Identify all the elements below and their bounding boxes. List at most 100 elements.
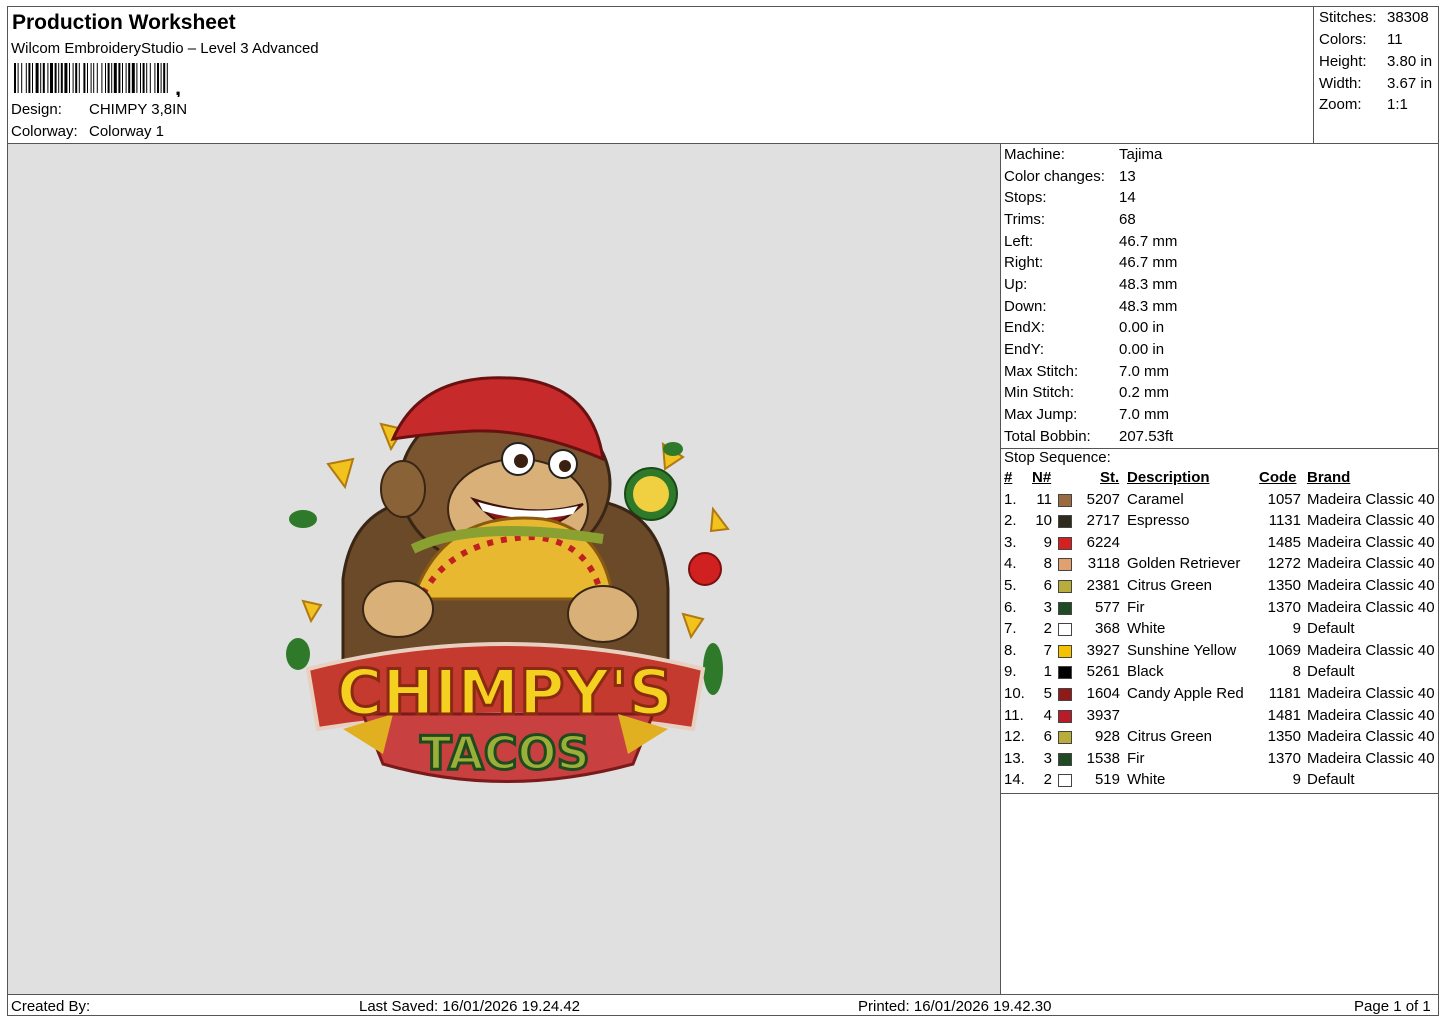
- stitch-count: 6224: [1086, 533, 1120, 551]
- page-title: Production Worksheet: [12, 11, 236, 34]
- mi-min-stitch: Min Stitch: 0.2 mm: [1004, 384, 1170, 401]
- table-row: 6. 3 577 Fir 1370 Madeira Classic 40: [1001, 599, 1439, 620]
- thread-brand: Madeira Classic 40: [1307, 641, 1435, 659]
- row-index: 6.: [1004, 598, 1017, 616]
- stat-stitches: Stitches: 38308: [1319, 9, 1429, 26]
- barcode-image: ,: [14, 63, 181, 97]
- needle-number: 11: [1036, 490, 1052, 508]
- worksheet-header: Production Worksheet Wilcom EmbroiderySt…: [8, 7, 1314, 144]
- stitch-count: 519: [1094, 771, 1120, 789]
- thread-code: 8: [1292, 663, 1301, 681]
- mi-stops: Stops: 14: [1004, 189, 1136, 206]
- color-description: Black: [1127, 663, 1164, 681]
- thread-code: 1131: [1268, 512, 1301, 530]
- mi-endy: EndY: 0.00 in: [1004, 341, 1165, 358]
- stitch-count: 2717: [1086, 512, 1120, 530]
- thread-brand: Default: [1307, 663, 1355, 681]
- color-description: Candy Apple Red: [1127, 685, 1244, 702]
- color-description: Citrus Green: [1127, 728, 1213, 746]
- stitch-count: 5261: [1086, 663, 1120, 681]
- embroidery-design-logo: CHIMPY'S TACOS: [286, 376, 730, 783]
- table-row: 7. 2 368 White 9 Default: [1001, 620, 1439, 641]
- design-stats: Stitches: 38308 Colors: 11 Height: 3.80 in …: [1314, 7, 1439, 144]
- page-number: Page 1 of 1: [1354, 998, 1431, 1015]
- thread-brand: Default: [1307, 771, 1355, 789]
- table-header: # N# St. Description Code Brand: [1004, 469, 1351, 486]
- thread-code: 1485: [1267, 533, 1301, 551]
- color-description: Fir: [1127, 749, 1145, 767]
- row-index: 11.: [1004, 706, 1024, 724]
- row-index: 4.: [1004, 555, 1017, 573]
- mi-up: Up: 48.3 mm: [1004, 276, 1178, 293]
- needle-number: 6: [1043, 728, 1052, 746]
- thread-code: 1181: [1268, 685, 1301, 702]
- mi-endx: EndX: 0.00 in: [1004, 319, 1165, 336]
- color-description: Citrus Green: [1127, 577, 1213, 594]
- thread-brand: Madeira Classic 40: [1307, 749, 1435, 767]
- thread-brand: Madeira Classic 40: [1307, 728, 1435, 746]
- thread-brand: Madeira Classic 40: [1307, 490, 1435, 508]
- divider: [1001, 793, 1439, 794]
- color-description: Golden Retriever: [1127, 555, 1241, 573]
- thread-code: 1370: [1267, 749, 1301, 767]
- thread-brand: Madeira Classic 40: [1307, 598, 1435, 616]
- thread-code: 1272: [1267, 555, 1301, 573]
- colorway-value: Colorway 1: [89, 123, 165, 140]
- mi-total-bobbin: Total Bobbin: 207.53ft: [1004, 428, 1174, 445]
- created-by: Created By:: [11, 998, 91, 1015]
- thread-code: 9: [1292, 771, 1301, 789]
- mi-left: Left: 46.7 mm: [1004, 233, 1178, 250]
- mi-machine: Machine: Tajima: [1004, 146, 1163, 163]
- needle-number: 8: [1043, 555, 1052, 573]
- mi-trims: Trims: 68: [1004, 211, 1136, 228]
- thread-code: 1350: [1267, 728, 1301, 746]
- color-description: Fir: [1127, 598, 1145, 616]
- table-row: 2. 10 2717 Espresso 1131 Madeira Classic 40: [1001, 512, 1439, 533]
- needle-number: 6: [1043, 577, 1052, 594]
- printed-date: Printed: 16/01/2026 19.42.30: [858, 998, 1052, 1015]
- colorway-label: Colorway:: [11, 123, 78, 140]
- table-row: 11. 4 3937 1481 Madeira Classic 40: [1001, 707, 1439, 728]
- row-index: 3.: [1004, 533, 1017, 551]
- stat-height: Height: 3.80 in: [1319, 53, 1433, 70]
- needle-number: 2: [1043, 771, 1052, 789]
- table-row: 14. 2 519 White 9 Default: [1001, 771, 1439, 792]
- needle-number: 5: [1043, 685, 1052, 702]
- color-description: White: [1127, 620, 1166, 638]
- logo-line1: CHIMPY'S: [337, 656, 673, 729]
- needle-number: 3: [1043, 598, 1052, 616]
- row-index: 2.: [1004, 512, 1017, 530]
- colorway-row: Colorway: Colorway 1: [11, 123, 164, 140]
- thread-brand: Madeira Classic 40: [1307, 512, 1435, 530]
- stitch-count: 368: [1094, 620, 1120, 638]
- row-index: 7.: [1004, 620, 1017, 638]
- thread-brand: Default: [1307, 620, 1355, 638]
- stitch-count: 1538: [1086, 749, 1120, 767]
- row-index: 9.: [1004, 663, 1017, 681]
- stitch-count: 5207: [1086, 490, 1120, 508]
- needle-number: 10: [1035, 512, 1052, 530]
- table-row: 12. 6 928 Citrus Green 1350 Madeira Classic 4…: [1001, 728, 1439, 749]
- table-row: 5. 6 2381 Citrus Green 1350 Madeira Classic 4…: [1001, 577, 1439, 598]
- mi-color-changes: Color changes: 13: [1004, 168, 1136, 185]
- row-index: 12.: [1004, 728, 1025, 746]
- table-row: 4. 8 3118 Golden Retriever 1272 Madeira Class…: [1001, 555, 1439, 576]
- color-description: Caramel: [1127, 490, 1184, 508]
- table-row: 9. 1 5261 Black 8 Default: [1001, 663, 1439, 684]
- needle-number: 4: [1043, 706, 1052, 724]
- stop-sequence-title: Stop Sequence:: [1004, 449, 1111, 466]
- design-value: CHIMPY 3,8IN: [89, 101, 188, 118]
- logo-line2: TACOS: [420, 726, 589, 780]
- stat-width: Width: 3.67 in: [1319, 75, 1433, 92]
- software-subtitle: Wilcom EmbroideryStudio – Level 3 Advanc…: [11, 40, 319, 57]
- color-description: Espresso: [1127, 512, 1190, 530]
- design-label: Design:: [11, 101, 62, 118]
- needle-number: 2: [1043, 620, 1052, 638]
- needle-number: 1: [1043, 663, 1052, 681]
- thread-code: 1350: [1267, 577, 1301, 594]
- table-row: 3. 9 6224 1485 Madeira Classic 40: [1001, 534, 1439, 555]
- thread-brand: Madeira Classic 40: [1307, 685, 1435, 702]
- stitch-count: 3937: [1086, 706, 1120, 724]
- stitch-count: 3118: [1087, 555, 1120, 573]
- thread-code: 1370: [1267, 598, 1301, 616]
